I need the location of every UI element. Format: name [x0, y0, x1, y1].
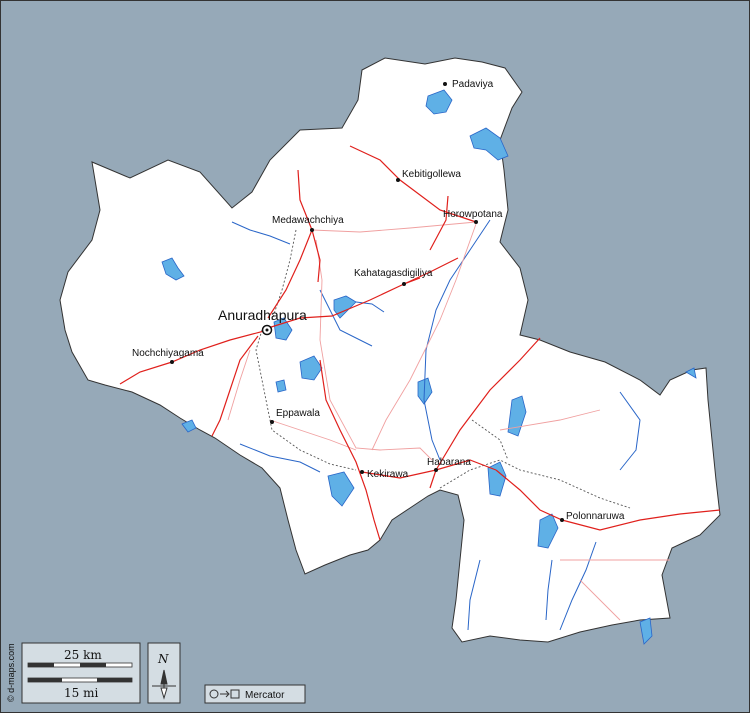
- city-label: Horowpotana: [443, 209, 503, 220]
- projection-label: Mercator: [245, 690, 285, 701]
- projection-box: Mercator: [204, 684, 306, 704]
- city-label: Nochchiyagama: [132, 348, 204, 359]
- city-label: Kekirawa: [367, 469, 409, 480]
- scale-bar: 25 km 15 mi: [21, 642, 141, 704]
- city-label: Eppawala: [276, 408, 320, 419]
- lake-small-1: [275, 379, 287, 393]
- city-label: Medawachchiya: [272, 215, 344, 226]
- map-canvas: Padaviya Kebitigollewa Horowpotana Medaw…: [0, 0, 750, 713]
- city-polonnaruwa[interactable]: Polonnaruwa: [560, 511, 625, 522]
- city-label: Habarana: [427, 457, 471, 468]
- credit-text: © d-maps.com: [6, 643, 16, 702]
- city-kekirawa[interactable]: Kekirawa: [360, 469, 409, 480]
- north-label: N: [157, 652, 169, 666]
- scale-km-label: 25 km: [64, 648, 102, 662]
- capital-label: Anuradhapura: [218, 307, 307, 323]
- city-label: Polonnaruwa: [566, 511, 625, 522]
- city-label: Kahatagasdigiliya: [354, 268, 433, 279]
- city-label: Padaviya: [452, 79, 494, 90]
- north-arrow: N: [147, 642, 181, 704]
- scale-mi-label: 15 mi: [64, 686, 98, 700]
- city-label: Kebitigollewa: [402, 169, 461, 180]
